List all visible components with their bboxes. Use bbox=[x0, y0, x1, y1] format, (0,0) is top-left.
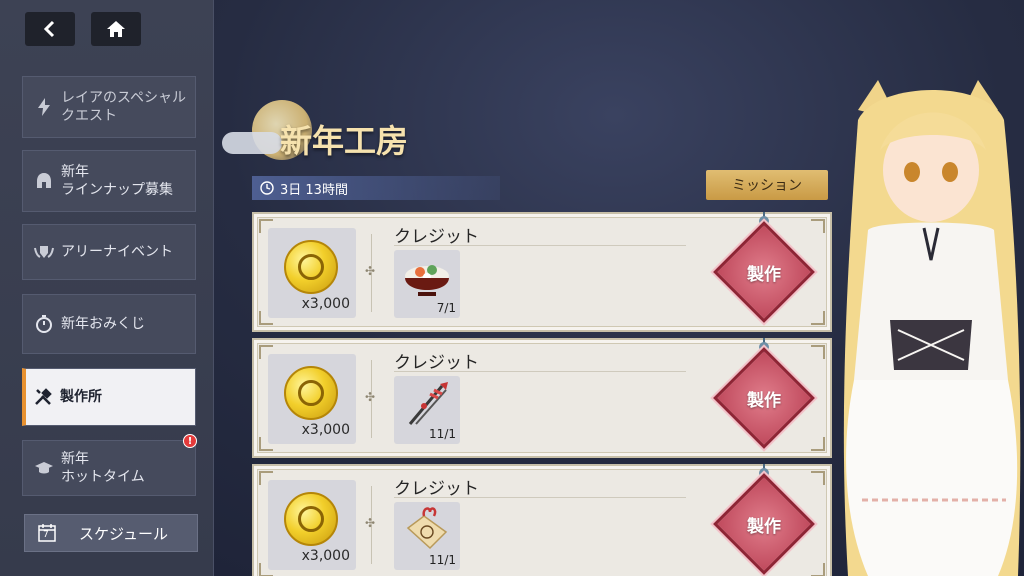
reward-quantity: x3,000 bbox=[301, 422, 350, 438]
clock-icon bbox=[260, 181, 274, 195]
sidebar-item-omikuji[interactable]: 新年おみくじ bbox=[22, 294, 196, 354]
craft-button[interactable]: 製作 bbox=[713, 212, 815, 332]
calendar-day: 7 bbox=[43, 530, 49, 540]
recipe-card: x3,000 ✣ クレジット 11/1 製作 bbox=[252, 464, 832, 576]
reward-quantity: x3,000 bbox=[301, 296, 350, 312]
schedule-button[interactable]: 7 スケジュール bbox=[24, 514, 198, 552]
graduation-cap-icon bbox=[33, 460, 55, 476]
home-button[interactable] bbox=[91, 12, 141, 46]
laurel-shield-icon bbox=[33, 244, 55, 260]
sidebar-item-label: 新年 ホットタイム bbox=[61, 451, 145, 485]
recipe-name: クレジット bbox=[394, 353, 479, 373]
sidebar-item-label: 新年 ラインナップ募集 bbox=[61, 164, 173, 198]
craft-label: 製作 bbox=[747, 265, 781, 285]
character-illustration bbox=[838, 60, 1024, 576]
back-button[interactable] bbox=[25, 12, 75, 46]
sidebar: レイアのスペシャル クエスト 新年 ラインナップ募集 アリーナイベント 新年おみ… bbox=[0, 0, 214, 576]
page-title: 新年工房 bbox=[280, 122, 409, 160]
material-count: 11/1 bbox=[429, 427, 456, 441]
home-icon bbox=[107, 21, 125, 37]
craft-button[interactable]: 製作 bbox=[713, 338, 815, 458]
recipe-card: x3,000 ✣ クレジット 11/1 製作 bbox=[252, 338, 832, 458]
sidebar-item-label: アリーナイベント bbox=[61, 244, 173, 260]
credit-coin-icon bbox=[284, 492, 338, 546]
ozoni-bowl-icon bbox=[405, 265, 449, 296]
divider bbox=[394, 497, 686, 498]
credit-coin-icon bbox=[284, 240, 338, 294]
divider bbox=[394, 371, 686, 372]
sidebar-item-arena-event[interactable]: アリーナイベント bbox=[22, 224, 196, 280]
chevron-left-icon bbox=[43, 20, 55, 38]
divider-ornament-icon: ✣ bbox=[365, 390, 376, 404]
divider bbox=[394, 245, 686, 246]
sidebar-item-lineup[interactable]: 新年 ラインナップ募集 bbox=[22, 150, 196, 212]
sidebar-item-workshop[interactable]: 製作所 bbox=[22, 368, 196, 426]
hamaya-arrow-icon bbox=[408, 382, 448, 425]
calendar-icon: 7 bbox=[37, 523, 57, 543]
event-timer: 3日 13時間 bbox=[252, 176, 500, 200]
sidebar-item-label: 新年おみくじ bbox=[61, 316, 145, 332]
schedule-label: スケジュール bbox=[79, 524, 168, 543]
reward-slot[interactable]: x3,000 bbox=[268, 354, 356, 444]
craft-label: 製作 bbox=[747, 517, 781, 537]
credit-coin-icon bbox=[284, 366, 338, 420]
tools-icon bbox=[32, 388, 54, 406]
divider-ornament-icon: ✣ bbox=[365, 264, 376, 278]
stopwatch-icon bbox=[33, 315, 55, 333]
craft-button[interactable]: 製作 bbox=[713, 464, 815, 576]
craft-label: 製作 bbox=[747, 391, 781, 411]
recipe-name: クレジット bbox=[394, 479, 479, 499]
notification-badge: ! bbox=[183, 434, 197, 448]
timer-text: 3日 13時間 bbox=[280, 182, 348, 198]
sidebar-item-label: レイアのスペシャル クエスト bbox=[61, 90, 187, 124]
sidebar-item-label: 製作所 bbox=[60, 389, 102, 405]
lightning-icon bbox=[33, 98, 55, 116]
material-slot[interactable]: 11/1 bbox=[394, 376, 460, 444]
material-count: 11/1 bbox=[429, 553, 456, 567]
reward-slot[interactable]: x3,000 bbox=[268, 480, 356, 570]
reward-quantity: x3,000 bbox=[301, 548, 350, 564]
sidebar-item-hot-time[interactable]: 新年 ホットタイム bbox=[22, 440, 196, 496]
helmet-icon bbox=[33, 172, 55, 190]
material-slot[interactable]: 11/1 bbox=[394, 502, 460, 570]
reward-slot[interactable]: x3,000 bbox=[268, 228, 356, 318]
material-slot[interactable]: 7/1 bbox=[394, 250, 460, 318]
ema-plaque-icon bbox=[406, 507, 448, 550]
sidebar-item-special-quest[interactable]: レイアのスペシャル クエスト bbox=[22, 76, 196, 138]
divider-ornament-icon: ✣ bbox=[365, 516, 376, 530]
material-count: 7/1 bbox=[436, 301, 456, 315]
recipe-name: クレジット bbox=[394, 227, 479, 247]
recipe-card: x3,000 ✣ クレジット 7/1 製作 bbox=[252, 212, 832, 332]
cloud-decoration bbox=[222, 132, 282, 154]
mission-button[interactable]: ミッション bbox=[706, 170, 828, 200]
